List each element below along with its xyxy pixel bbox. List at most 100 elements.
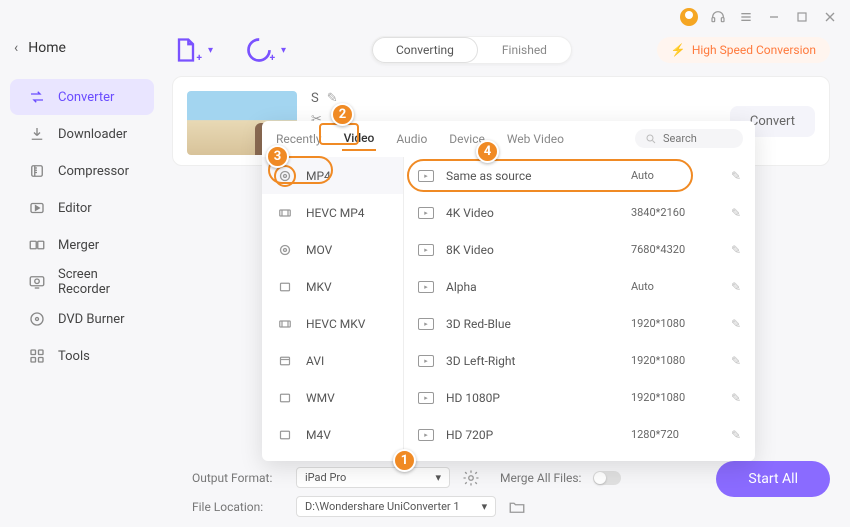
search-input[interactable] xyxy=(663,132,733,145)
callout-4: 4 xyxy=(476,140,499,163)
editor-icon xyxy=(28,199,46,217)
edit-preset-icon[interactable]: ✎ xyxy=(731,428,741,442)
format-popup: Recently Video Audio Device Web Video MP… xyxy=(262,121,755,461)
sidebar-label: Merger xyxy=(58,238,99,253)
headset-icon[interactable] xyxy=(710,9,726,25)
hsc-label: High Speed Conversion xyxy=(692,43,816,57)
add-file-dropdown[interactable]: ▾ xyxy=(208,45,213,56)
bottom-bar: Output Format: iPad Pro ▾ Merge All File… xyxy=(172,455,830,527)
converter-icon xyxy=(28,88,46,106)
popup-tab-web-video[interactable]: Web Video xyxy=(505,128,566,150)
sidebar: ‹ Home Converter Downloader Compressor E… xyxy=(0,24,164,527)
format-mkv[interactable]: MKV xyxy=(262,268,403,305)
add-file-button[interactable]: + xyxy=(172,36,200,64)
status-tabs: Converting Finished xyxy=(371,36,572,64)
format-icon xyxy=(274,202,296,224)
screen-recorder-icon xyxy=(28,273,46,291)
edit-preset-icon[interactable]: ✎ xyxy=(731,243,741,257)
sidebar-item-editor[interactable]: Editor xyxy=(10,190,154,226)
menu-icon[interactable] xyxy=(738,9,754,25)
search-icon xyxy=(645,133,657,145)
format-icon xyxy=(274,350,296,372)
edit-preset-icon[interactable]: ✎ xyxy=(731,169,741,183)
add-dvd-dropdown[interactable]: ▾ xyxy=(281,45,286,56)
tools-icon xyxy=(28,347,46,365)
file-location-value: D:\Wondershare UniConverter 1 xyxy=(305,500,460,513)
output-format-dropdown[interactable]: iPad Pro ▾ xyxy=(296,467,450,488)
popup-tabs: Recently Video Audio Device Web Video xyxy=(262,121,755,157)
home-label: Home xyxy=(28,40,66,56)
video-box-icon: ▸ xyxy=(418,281,434,293)
user-avatar-icon[interactable] xyxy=(680,8,698,26)
format-icon xyxy=(274,239,296,261)
close-icon[interactable] xyxy=(822,9,838,25)
edit-preset-icon[interactable]: ✎ xyxy=(731,206,741,220)
sidebar-label: Tools xyxy=(58,349,90,364)
sidebar-item-screen-recorder[interactable]: Screen Recorder xyxy=(10,264,154,300)
callout-1: 1 xyxy=(393,449,416,472)
minimize-icon[interactable] xyxy=(766,9,782,25)
home-nav[interactable]: ‹ Home xyxy=(0,30,164,66)
format-icon xyxy=(274,276,296,298)
format-mov[interactable]: MOV xyxy=(262,231,403,268)
preset-3d-left-right[interactable]: ▸3D Left-Right1920*1080✎ xyxy=(404,342,755,379)
high-speed-conversion-button[interactable]: ⚡ High Speed Conversion xyxy=(657,37,830,63)
video-box-icon: ▸ xyxy=(418,207,434,219)
edit-preset-icon[interactable]: ✎ xyxy=(731,317,741,331)
maximize-icon[interactable] xyxy=(794,9,810,25)
preset-8k[interactable]: ▸8K Video7680*4320✎ xyxy=(404,231,755,268)
callout-3: 3 xyxy=(266,145,289,168)
format-wmv[interactable]: WMV xyxy=(262,379,403,416)
preset-hd-720p[interactable]: ▸HD 720P1280*720✎ xyxy=(404,416,755,453)
popup-search[interactable] xyxy=(635,129,743,148)
preset-same-as-source[interactable]: ▸Same as sourceAuto✎ xyxy=(404,157,755,194)
sidebar-item-downloader[interactable]: Downloader xyxy=(10,116,154,152)
add-dvd-button[interactable]: + xyxy=(245,36,273,64)
sidebar-label: Screen Recorder xyxy=(58,267,136,297)
format-icon xyxy=(274,424,296,446)
sidebar-label: Converter xyxy=(58,90,114,105)
merger-icon xyxy=(28,236,46,254)
file-location-dropdown[interactable]: D:\Wondershare UniConverter 1 ▾ xyxy=(296,496,496,517)
callout-2: 2 xyxy=(331,103,354,126)
tab-finished[interactable]: Finished xyxy=(478,37,571,63)
edit-preset-icon[interactable]: ✎ xyxy=(731,391,741,405)
preset-4k[interactable]: ▸4K Video3840*2160✎ xyxy=(404,194,755,231)
popup-tab-audio[interactable]: Audio xyxy=(394,128,429,150)
output-format-value: iPad Pro xyxy=(305,471,346,484)
preset-3d-red-blue[interactable]: ▸3D Red-Blue1920*1080✎ xyxy=(404,305,755,342)
format-avi[interactable]: AVI xyxy=(262,342,403,379)
chevron-down-icon: ▾ xyxy=(435,471,441,484)
open-folder-icon[interactable] xyxy=(508,498,526,516)
output-format-label: Output Format: xyxy=(192,471,284,485)
chevron-down-icon: ▾ xyxy=(482,500,488,513)
tab-converting[interactable]: Converting xyxy=(372,37,478,63)
sidebar-item-converter[interactable]: Converter xyxy=(10,79,154,115)
start-all-button[interactable]: Start All xyxy=(716,461,830,497)
popup-tab-video[interactable]: Video xyxy=(342,127,377,151)
preset-hd-1080p[interactable]: ▸HD 1080P1920*1080✎ xyxy=(404,379,755,416)
format-m4v[interactable]: M4V xyxy=(262,416,403,453)
merge-toggle[interactable] xyxy=(593,471,621,485)
sidebar-label: Downloader xyxy=(58,127,127,142)
download-icon xyxy=(28,125,46,143)
preset-alpha[interactable]: ▸AlphaAuto✎ xyxy=(404,268,755,305)
format-hevc-mkv[interactable]: HEVC MKV xyxy=(262,305,403,342)
sidebar-item-compressor[interactable]: Compressor xyxy=(10,153,154,189)
format-icon xyxy=(274,313,296,335)
edit-preset-icon[interactable]: ✎ xyxy=(731,354,741,368)
preset-list: ▸Same as sourceAuto✎ ▸4K Video3840*2160✎… xyxy=(404,157,755,461)
merge-label: Merge All Files: xyxy=(500,471,581,485)
sidebar-item-tools[interactable]: Tools xyxy=(10,338,154,374)
sidebar-label: Compressor xyxy=(58,164,129,179)
settings-icon[interactable] xyxy=(462,469,480,487)
format-icon xyxy=(274,387,296,409)
edit-preset-icon[interactable]: ✎ xyxy=(731,280,741,294)
sidebar-label: DVD Burner xyxy=(58,312,125,327)
video-box-icon: ▸ xyxy=(418,392,434,404)
file-name-partial: S xyxy=(311,91,319,106)
dvd-icon xyxy=(28,310,46,328)
sidebar-item-merger[interactable]: Merger xyxy=(10,227,154,263)
sidebar-item-dvd-burner[interactable]: DVD Burner xyxy=(10,301,154,337)
format-hevc-mp4[interactable]: HEVC MP4 xyxy=(262,194,403,231)
